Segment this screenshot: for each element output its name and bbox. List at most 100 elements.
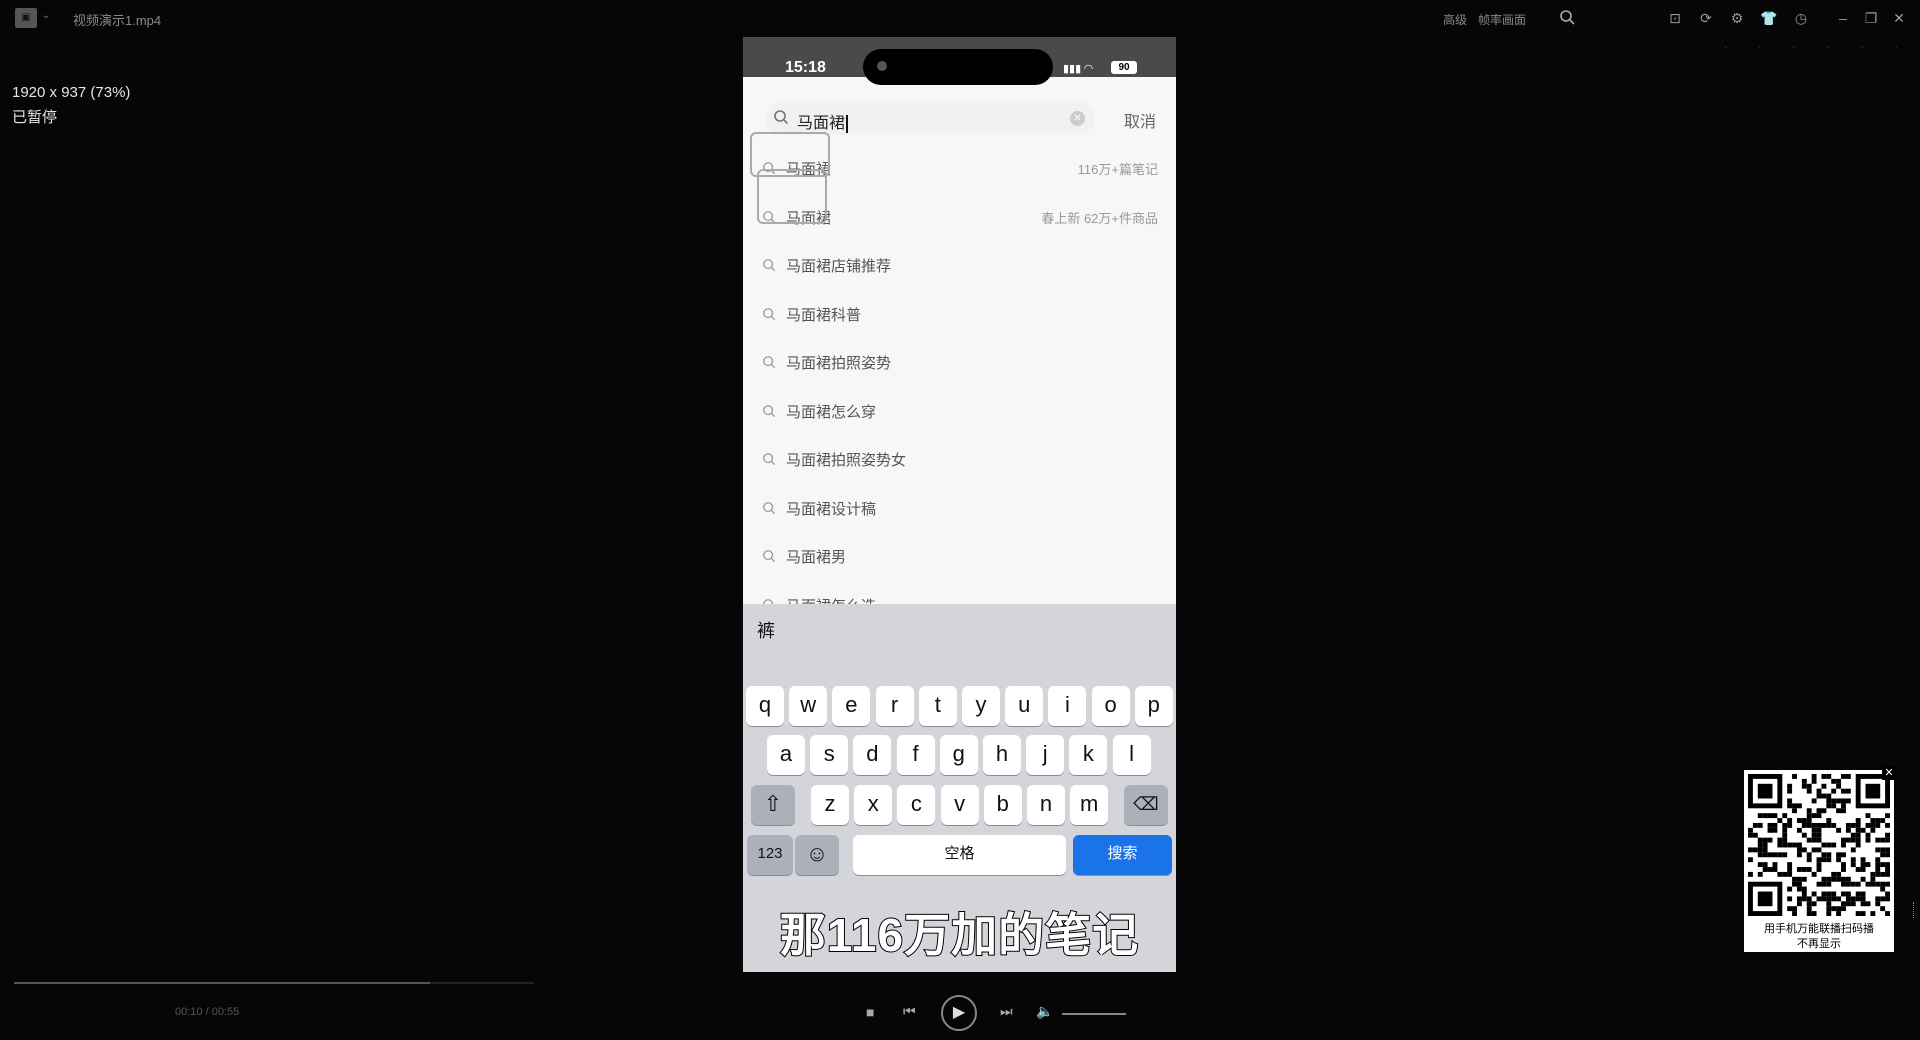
key-w[interactable]: w bbox=[789, 686, 828, 726]
search-query-text: 马面裙 bbox=[797, 115, 846, 132]
search-icon bbox=[774, 110, 789, 125]
key-v[interactable]: v bbox=[940, 785, 979, 825]
minimize-icon[interactable]: – bbox=[1834, 9, 1852, 27]
key-t[interactable]: t bbox=[918, 686, 957, 726]
key-n[interactable]: n bbox=[1027, 785, 1065, 825]
key-b[interactable]: b bbox=[983, 785, 1022, 825]
play-button[interactable]: ▶ bbox=[941, 995, 977, 1031]
video-subtitle: 那116万加的笔记 bbox=[779, 908, 1140, 962]
search-icon bbox=[763, 453, 776, 466]
resolution-text: 1920 x 937 (73%) bbox=[12, 84, 131, 101]
text-cursor bbox=[846, 114, 849, 133]
status-time: 15:18 bbox=[785, 59, 826, 76]
stop-icon[interactable]: ■ bbox=[866, 1004, 874, 1020]
drawn-outline bbox=[757, 169, 827, 224]
video-info: 1920 x 937 (73%) 已暂停 bbox=[12, 80, 130, 130]
screenshot-icon[interactable]: ⊡ bbox=[1666, 9, 1684, 27]
key-k[interactable]: k bbox=[1069, 735, 1108, 775]
key-c[interactable]: c bbox=[897, 785, 936, 825]
keyboard-candidate[interactable]: 裤 bbox=[757, 617, 775, 643]
key-r[interactable]: r bbox=[875, 686, 914, 726]
key-p[interactable]: p bbox=[1134, 686, 1173, 726]
video-frame[interactable]: 15:18 ▮▮▮ ◠ 90 马面裙 ✕ 取消 马面裙 116万+篇笔记 马面裙 春上… bbox=[743, 37, 1176, 972]
suggestion-label: 马面裙科普 bbox=[786, 306, 862, 324]
qr-code-icon bbox=[1748, 774, 1890, 916]
volume-slider[interactable] bbox=[1062, 1013, 1126, 1015]
restore-icon[interactable]: ❐ bbox=[1862, 9, 1880, 27]
key-m[interactable]: m bbox=[1070, 785, 1109, 825]
suggestion-label: 马面裙店铺推荐 bbox=[786, 258, 892, 275]
volume-icon[interactable]: 🔈 bbox=[1036, 1003, 1053, 1020]
key-f[interactable]: f bbox=[896, 735, 935, 775]
camera-dot-icon bbox=[877, 61, 887, 71]
suggestion-item[interactable]: 马面裙拍照姿势 bbox=[743, 338, 1176, 387]
skin-icon[interactable]: 👕 bbox=[1760, 9, 1778, 27]
suggestion-label: 马面裙拍照姿势 bbox=[786, 355, 892, 372]
search-icon bbox=[763, 404, 776, 417]
search-key[interactable]: 搜索 bbox=[1073, 835, 1172, 875]
backspace-key[interactable]: ⌫ bbox=[1124, 785, 1168, 825]
key-y[interactable]: y bbox=[962, 686, 1000, 726]
player-window: ▣ ⌄ 视频演示1.mp4 高级 帧率画面 ⊡ ⟳ ⚙ 👕 ◷ – ❐ ✕ · … bbox=[0, 0, 1920, 1040]
search-icon bbox=[763, 356, 776, 369]
progress-bar[interactable] bbox=[14, 982, 534, 984]
key-s[interactable]: s bbox=[810, 735, 849, 775]
key-u[interactable]: u bbox=[1005, 686, 1044, 726]
suggestion-item[interactable]: 马面裙店铺推荐 bbox=[743, 241, 1176, 290]
menu-caret-icon[interactable]: ⌄ bbox=[42, 10, 50, 21]
key-e[interactable]: e bbox=[832, 686, 871, 726]
key-o[interactable]: o bbox=[1091, 686, 1130, 726]
title-bar: ▣ ⌄ 视频演示1.mp4 高级 帧率画面 ⊡ ⟳ ⚙ 👕 ◷ – ❐ ✕ bbox=[0, 0, 1920, 36]
suggestion-label: 马面裙男 bbox=[786, 549, 847, 566]
key-q[interactable]: q bbox=[746, 686, 784, 726]
app-logo-icon[interactable]: ▣ bbox=[15, 8, 37, 28]
suggestion-meta: 春上新 62万+件商品 bbox=[1041, 210, 1158, 226]
numbers-key[interactable]: 123 bbox=[747, 835, 793, 875]
secondary-toolbar: · · · · · · bbox=[1724, 42, 1912, 53]
qr-dismiss-link[interactable]: 不再显示 bbox=[1744, 935, 1894, 951]
suggestion-item[interactable]: 马面裙男 bbox=[743, 532, 1176, 581]
close-icon[interactable]: ✕ bbox=[1882, 766, 1896, 780]
suggestion-meta: 116万+篇笔记 bbox=[1077, 162, 1158, 177]
shift-key[interactable]: ⇧ bbox=[751, 785, 795, 825]
suggestion-item[interactable]: 马面裙科普 bbox=[743, 290, 1176, 339]
close-icon[interactable]: ✕ bbox=[1890, 9, 1908, 27]
key-a[interactable]: a bbox=[767, 735, 805, 775]
side-panel-handle[interactable] bbox=[1913, 902, 1917, 918]
title-text-quality[interactable]: 高级 bbox=[1443, 11, 1467, 28]
key-z[interactable]: z bbox=[811, 785, 849, 825]
battery-level: 90 bbox=[1111, 61, 1137, 74]
search-input[interactable]: 马面裙 ✕ bbox=[765, 101, 1095, 135]
key-d[interactable]: d bbox=[853, 735, 892, 775]
previous-icon[interactable]: ⏮ bbox=[903, 1003, 916, 1020]
emoji-key[interactable]: ☺ bbox=[795, 835, 839, 875]
progress-fill bbox=[14, 982, 430, 984]
suggestion-label: 马面裙怎么穿 bbox=[786, 403, 877, 421]
search-icon[interactable] bbox=[1558, 9, 1576, 27]
history-icon[interactable]: ◷ bbox=[1792, 9, 1810, 27]
suggestion-item[interactable]: 马面裙设计稿 bbox=[743, 484, 1176, 533]
loop-icon[interactable]: ⟳ bbox=[1697, 9, 1715, 27]
search-icon bbox=[763, 307, 776, 320]
suggestion-item[interactable]: 马面裙怎么穿 bbox=[743, 387, 1176, 436]
key-h[interactable]: h bbox=[983, 735, 1021, 775]
suggestion-label: 马面裙设计稿 bbox=[786, 500, 877, 518]
next-icon[interactable]: ⏭ bbox=[1000, 1003, 1013, 1020]
qr-popup: ✕ 用手机万能联播扫码播 不再显示 bbox=[1744, 766, 1896, 952]
settings-icon[interactable]: ⚙ bbox=[1728, 9, 1746, 27]
suggestion-item[interactable]: 马面裙拍照姿势女 bbox=[743, 435, 1176, 484]
suggestion-label: 马面裙拍照姿势女 bbox=[786, 452, 907, 469]
cancel-button[interactable]: 取消 bbox=[1124, 108, 1156, 132]
key-j[interactable]: j bbox=[1026, 735, 1065, 775]
key-g[interactable]: g bbox=[939, 735, 978, 775]
phone-status-bar: 15:18 ▮▮▮ ◠ 90 bbox=[743, 37, 1176, 85]
qr-caption: 用手机万能联播扫码播 bbox=[1764, 923, 1874, 935]
space-key[interactable]: 空格 bbox=[853, 835, 1066, 875]
timecode: 00:10 / 00:55 bbox=[175, 1006, 240, 1018]
key-i[interactable]: i bbox=[1048, 686, 1087, 726]
key-x[interactable]: x bbox=[854, 785, 893, 825]
key-l[interactable]: l bbox=[1112, 735, 1151, 775]
title-text-frame[interactable]: 帧率画面 bbox=[1478, 11, 1526, 28]
clear-icon[interactable]: ✕ bbox=[1070, 111, 1085, 126]
pause-status-text: 已暂停 bbox=[12, 109, 58, 126]
